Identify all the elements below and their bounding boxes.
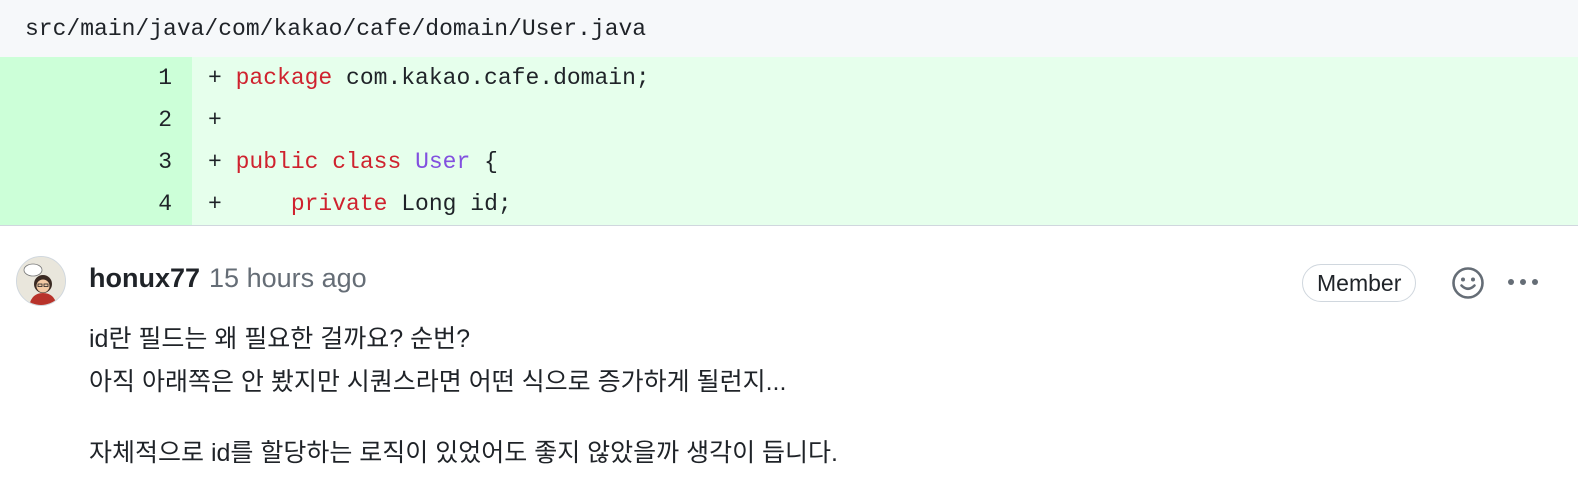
code-line: + public class User { — [192, 141, 1578, 183]
avatar[interactable] — [16, 256, 66, 306]
comment-line: 자체적으로 id를 할당하는 로직이 있었어도 좋지 않았을까 생각이 듭니다. — [89, 439, 838, 467]
line-number[interactable]: 2 — [0, 99, 192, 141]
code-token: User — [415, 149, 471, 175]
smiley-icon — [1452, 267, 1484, 299]
code-token: private — [290, 191, 388, 217]
comment-options-button[interactable] — [1503, 268, 1543, 296]
diff-marker: + — [208, 191, 291, 217]
diff-line: 1 + package com.kakao.cafe.domain; — [0, 57, 1578, 99]
diff-line: 2 + — [0, 99, 1578, 141]
comment-timestamp[interactable]: 15 hours ago — [209, 263, 367, 294]
add-reaction-button[interactable] — [1450, 265, 1486, 301]
comment-body: id란 필드는 왜 필요한 걸까요? 순번? 아직 아래쪽은 안 봤지만 시퀀스… — [89, 318, 838, 475]
code-token: class — [332, 149, 402, 175]
file-header: src/main/java/com/kakao/cafe/domain/User… — [0, 0, 1578, 57]
diff-line: 4 + private Long id; — [0, 183, 1578, 225]
kebab-horizontal-icon — [1508, 279, 1538, 285]
diff-marker: + — [208, 149, 236, 175]
line-number[interactable]: 1 — [0, 57, 192, 99]
member-badge: Member — [1302, 264, 1417, 302]
comment-author[interactable]: honux77 — [89, 263, 200, 294]
comment-header: honux77 15 hours ago — [89, 263, 367, 294]
code-line: + package com.kakao.cafe.domain; — [192, 57, 1578, 99]
comment-line: id란 필드는 왜 필요한 걸까요? 순번? — [89, 325, 470, 353]
code-line: + private Long id; — [192, 183, 1578, 225]
diff-marker: + — [208, 65, 236, 91]
code-token: Long id; — [387, 191, 512, 217]
code-line: + — [192, 99, 1578, 141]
avatar-image — [17, 257, 65, 305]
code-token: com.kakao.cafe.domain; — [332, 65, 650, 91]
code-token: package — [235, 65, 333, 91]
diff-marker: + — [208, 107, 222, 133]
file-path[interactable]: src/main/java/com/kakao/cafe/domain/User… — [25, 16, 646, 42]
line-number[interactable]: 3 — [0, 141, 192, 183]
code-token: { — [470, 149, 498, 175]
line-number[interactable]: 4 — [0, 183, 192, 225]
diff-line: 3 + public class User { — [0, 141, 1578, 183]
comment-line: 아직 아래쪽은 안 봤지만 시퀀스라면 어떤 식으로 증가하게 될런지... — [89, 367, 787, 396]
code-token: public — [235, 149, 319, 175]
diff-view: 1 + package com.kakao.cafe.domain; 2 +3 + pu… — [0, 57, 1578, 226]
